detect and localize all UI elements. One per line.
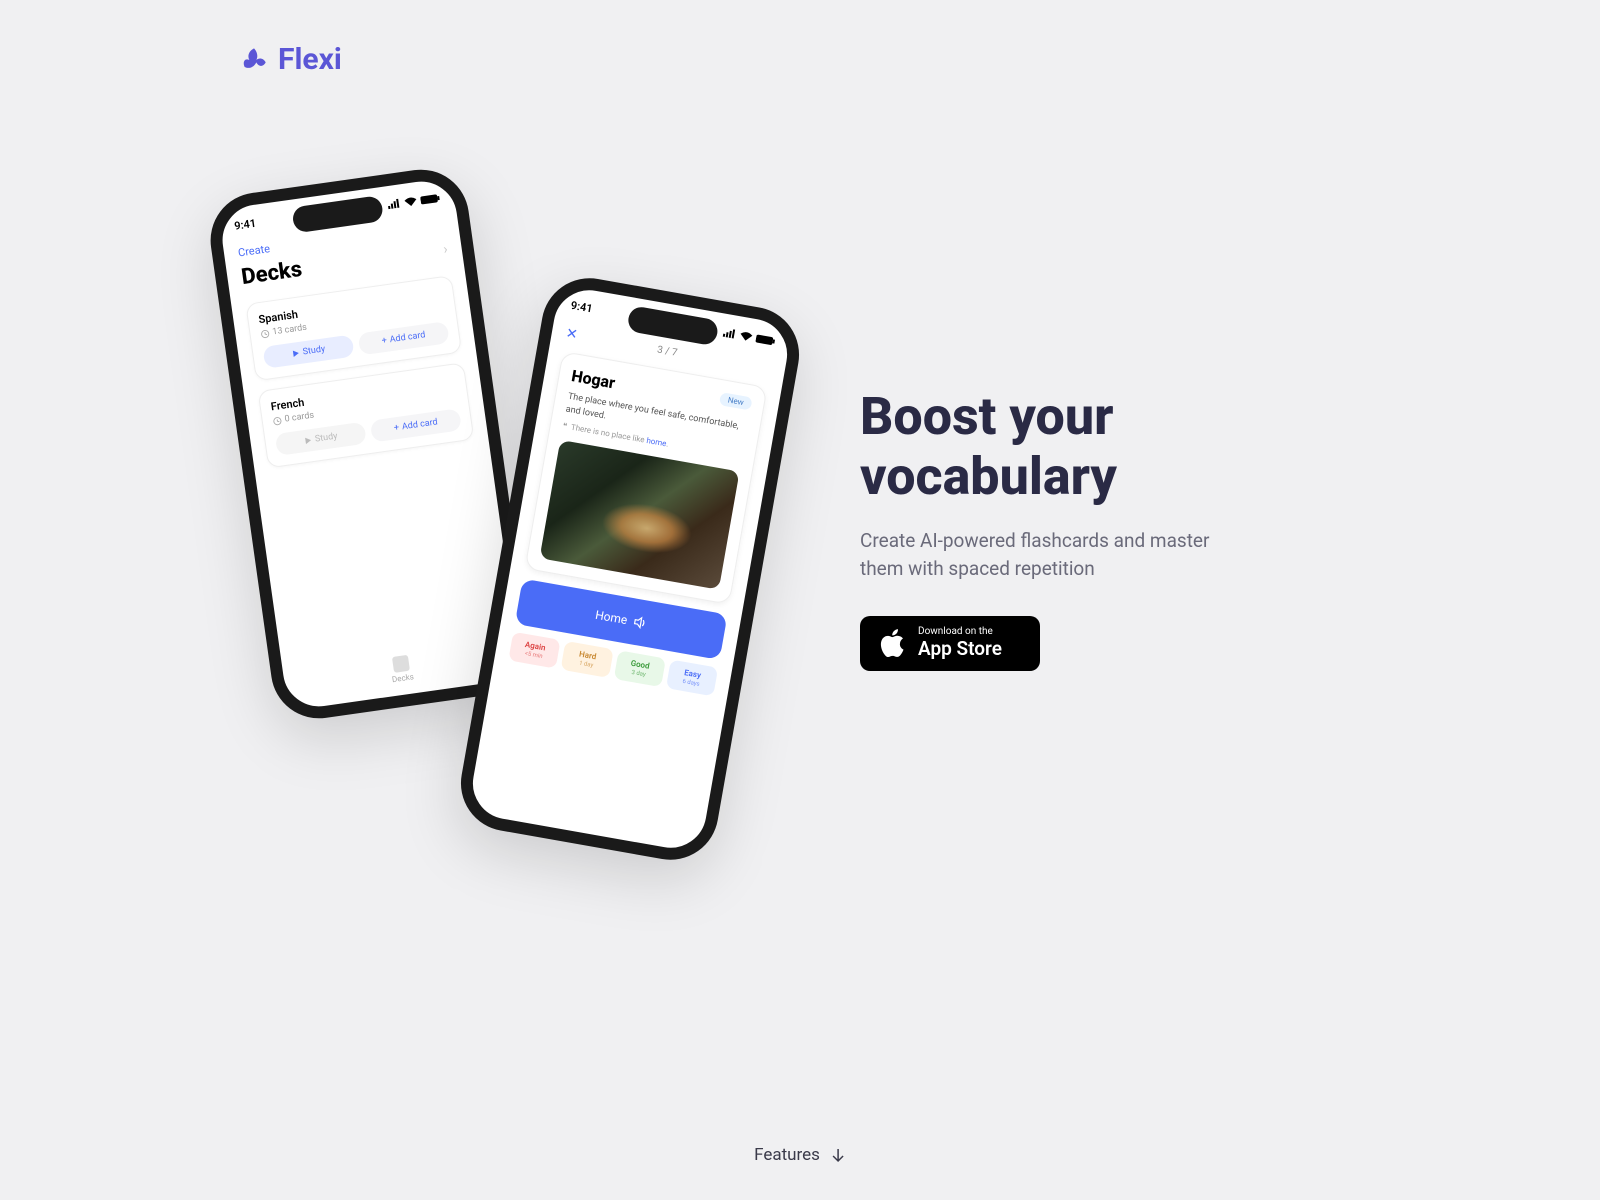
study-button: Study [275, 422, 367, 456]
status-time: 9:41 [233, 217, 256, 233]
card-image [539, 440, 739, 590]
appstore-line2: App Store [918, 638, 1002, 661]
flashcard: Hogar New The place where you feel safe,… [524, 351, 767, 605]
again-button: Again <5 min [508, 632, 561, 669]
chevron-right-icon: › [442, 241, 448, 257]
study-button: Study [262, 334, 354, 368]
tab-decks: Decks [389, 654, 414, 684]
phone-study-screen: 9:41 ✕ 3 / 7 Hogar [453, 271, 806, 868]
status-icons [386, 192, 441, 209]
new-badge: New [719, 392, 753, 410]
status-icons [722, 327, 777, 346]
app-screenshots: 9:41 Create Decks › Spanish [240, 179, 820, 879]
hero-title: Boost your vocabulary [860, 387, 1360, 507]
easy-button: Easy 6 days [666, 660, 719, 697]
apple-icon [880, 628, 906, 658]
speaker-icon [632, 615, 648, 631]
close-icon: ✕ [565, 325, 579, 343]
good-button: Good 3 day [613, 650, 666, 687]
brand-name: Flexi [278, 42, 342, 77]
card-word: Hogar [570, 366, 617, 392]
decks-tab-icon [392, 655, 410, 673]
add-card-button: + Add card [358, 321, 450, 355]
logo-icon [240, 46, 268, 74]
status-time: 9:41 [570, 299, 594, 316]
decks-title: Decks [240, 257, 304, 290]
deck-card: Spanish 13 cards Study + Add card [245, 275, 462, 381]
logo[interactable]: Flexi [240, 42, 1360, 77]
appstore-button[interactable]: Download on the App Store [860, 616, 1040, 671]
add-card-button: + Add card [370, 408, 462, 442]
deck-card: French 0 cards Study + Add card [258, 362, 475, 468]
card-progress: 3 / 7 [656, 344, 678, 358]
arrow-down-icon [830, 1147, 846, 1163]
hero-description: Create AI-powered flashcards and master … [860, 527, 1220, 584]
hard-button: Hard 1 day [561, 641, 614, 678]
features-link[interactable]: Features [754, 1145, 846, 1165]
